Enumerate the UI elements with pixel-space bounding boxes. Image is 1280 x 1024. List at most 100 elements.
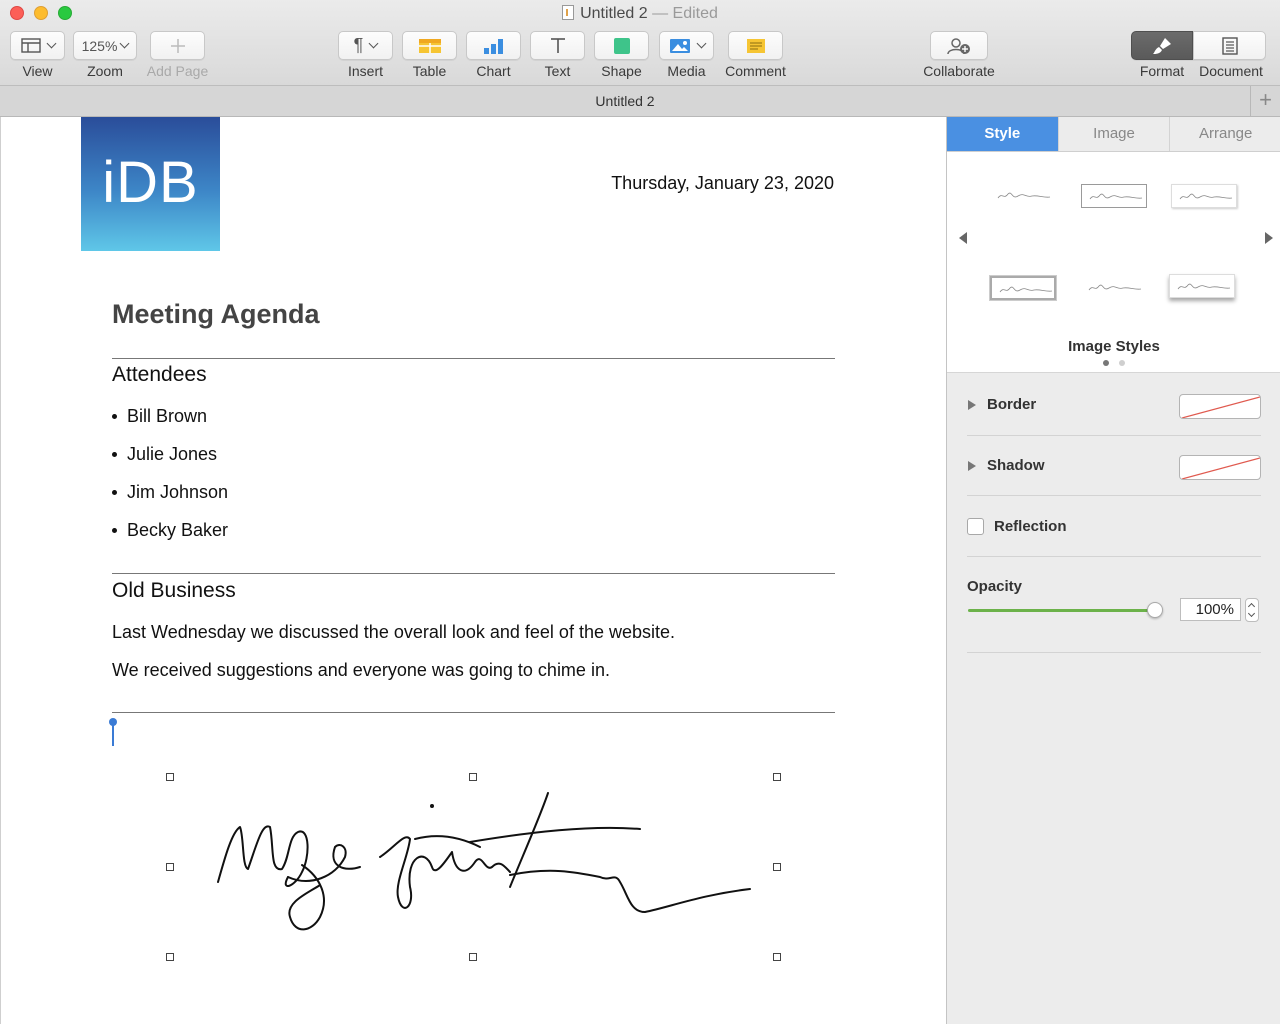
signature-thumbnail-icon: [1177, 283, 1231, 290]
signature-thumbnail-icon: [1088, 284, 1142, 291]
opacity-stepper[interactable]: [1245, 598, 1259, 622]
add-page-button[interactable]: [150, 31, 205, 60]
chart-label: Chart: [476, 63, 511, 79]
text-insertion-cursor: [109, 718, 117, 746]
attendees-heading[interactable]: Attendees: [112, 363, 207, 387]
comment-button[interactable]: [728, 31, 783, 60]
idb-logo[interactable]: iDB: [81, 117, 220, 251]
page-indicator-dot[interactable]: [1119, 360, 1125, 366]
document-canvas[interactable]: iDB Thursday, January 23, 2020 Meeting A…: [0, 117, 946, 1024]
format-label: Format: [1139, 63, 1185, 79]
document-icon: [562, 5, 575, 20]
window-title-text: Untitled 2: [580, 5, 648, 22]
add-tab-button[interactable]: +: [1250, 86, 1280, 116]
next-styles-arrow-icon[interactable]: [1265, 232, 1273, 244]
collaborate-label: Collaborate: [923, 63, 995, 79]
tab-untitled-2[interactable]: Untitled 2: [0, 93, 1250, 109]
paragraph[interactable]: We received suggestions and everyone was…: [112, 660, 610, 681]
photo-icon: [669, 38, 690, 53]
resize-handle[interactable]: [469, 773, 477, 781]
edited-status: — Edited: [652, 5, 718, 22]
plus-icon: [170, 38, 185, 53]
media-label: Media: [667, 63, 706, 79]
old-business-heading[interactable]: Old Business: [112, 579, 236, 603]
resize-handle[interactable]: [773, 773, 781, 781]
format-inspector: Style Image Arrange Image Styles Border: [946, 117, 1280, 1024]
shadow-style-well[interactable]: [1179, 455, 1261, 480]
bullet-icon: [112, 414, 117, 419]
text-label: Text: [544, 63, 571, 79]
insert-button[interactable]: ¶: [338, 31, 393, 60]
border-label[interactable]: Border: [987, 396, 1036, 413]
list-item[interactable]: Jim Johnson: [112, 482, 228, 503]
list-item[interactable]: Julie Jones: [112, 444, 217, 465]
image-style-3[interactable]: [1171, 184, 1237, 208]
border-style-well[interactable]: [1179, 394, 1261, 419]
chevron-down-icon: [46, 38, 56, 49]
view-button[interactable]: [10, 31, 65, 60]
text-icon: [550, 38, 565, 53]
document-title[interactable]: Meeting Agenda: [112, 299, 320, 330]
bullet-icon: [112, 528, 117, 533]
zoom-select[interactable]: 125%: [73, 31, 137, 60]
sidebar-view-icon: [20, 38, 41, 53]
attendee-name: Jim Johnson: [127, 482, 229, 502]
resize-handle[interactable]: [166, 773, 174, 781]
view-label: View: [22, 63, 53, 79]
paragraph[interactable]: Last Wednesday we discussed the overall …: [112, 622, 675, 643]
tab-bar: Untitled 2 +: [0, 86, 1280, 117]
paintbrush-icon: [1153, 37, 1171, 54]
resize-handle[interactable]: [469, 953, 477, 961]
chart-button[interactable]: [466, 31, 521, 60]
zoom-value: 125%: [81, 37, 118, 54]
attendee-name: Julie Jones: [127, 444, 218, 464]
collaborate-button[interactable]: [930, 31, 988, 60]
signature-thumbnail-icon: [999, 286, 1053, 293]
comment-note-icon: [746, 38, 765, 53]
format-button[interactable]: [1131, 31, 1193, 60]
tab-image[interactable]: Image: [1058, 117, 1171, 151]
document-date[interactable]: Thursday, January 23, 2020: [611, 173, 834, 194]
tab-arrange[interactable]: Arrange: [1170, 117, 1280, 151]
opacity-slider-knob[interactable]: [1147, 602, 1163, 618]
resize-handle[interactable]: [773, 953, 781, 961]
resize-handle[interactable]: [166, 863, 174, 871]
zoom-label: Zoom: [87, 63, 123, 79]
pilcrow-icon: ¶: [353, 35, 364, 55]
divider: [967, 435, 1261, 436]
previous-styles-arrow-icon[interactable]: [959, 232, 967, 244]
document-label: Document: [1199, 63, 1263, 79]
opacity-input[interactable]: 100%: [1180, 598, 1241, 621]
image-style-5[interactable]: [1081, 276, 1147, 300]
image-style-1[interactable]: [990, 184, 1056, 208]
signature-image[interactable]: [166, 773, 781, 961]
text-button[interactable]: [530, 31, 585, 60]
image-style-6[interactable]: [1169, 274, 1235, 298]
opacity-label: Opacity: [967, 578, 1023, 595]
document-button[interactable]: [1193, 31, 1266, 60]
signature-thumbnail-icon: [997, 192, 1051, 199]
resize-handle[interactable]: [773, 863, 781, 871]
media-button[interactable]: [659, 31, 714, 60]
disclosure-triangle-icon[interactable]: [968, 400, 976, 410]
add-page-label: Add Page: [146, 63, 209, 79]
bullet-icon: [112, 452, 117, 457]
shadow-label[interactable]: Shadow: [987, 457, 1045, 474]
page-indicator-dot[interactable]: [1103, 360, 1109, 366]
list-item[interactable]: Becky Baker: [112, 520, 228, 541]
table-button[interactable]: [402, 31, 457, 60]
reflection-label[interactable]: Reflection: [994, 518, 1067, 535]
image-style-2[interactable]: [1081, 184, 1147, 208]
no-shadow-slash-icon: [1181, 457, 1260, 479]
shape-button[interactable]: [594, 31, 649, 60]
tab-style[interactable]: Style: [947, 117, 1059, 151]
chevron-down-icon: [119, 38, 130, 49]
disclosure-triangle-icon[interactable]: [968, 461, 976, 471]
reflection-checkbox[interactable]: [967, 518, 984, 535]
divider: [112, 712, 835, 713]
list-item[interactable]: Bill Brown: [112, 406, 207, 427]
no-border-slash-icon: [1181, 396, 1260, 418]
resize-handle[interactable]: [166, 953, 174, 961]
image-style-4[interactable]: [989, 275, 1057, 301]
opacity-slider-track[interactable]: [968, 609, 1154, 612]
